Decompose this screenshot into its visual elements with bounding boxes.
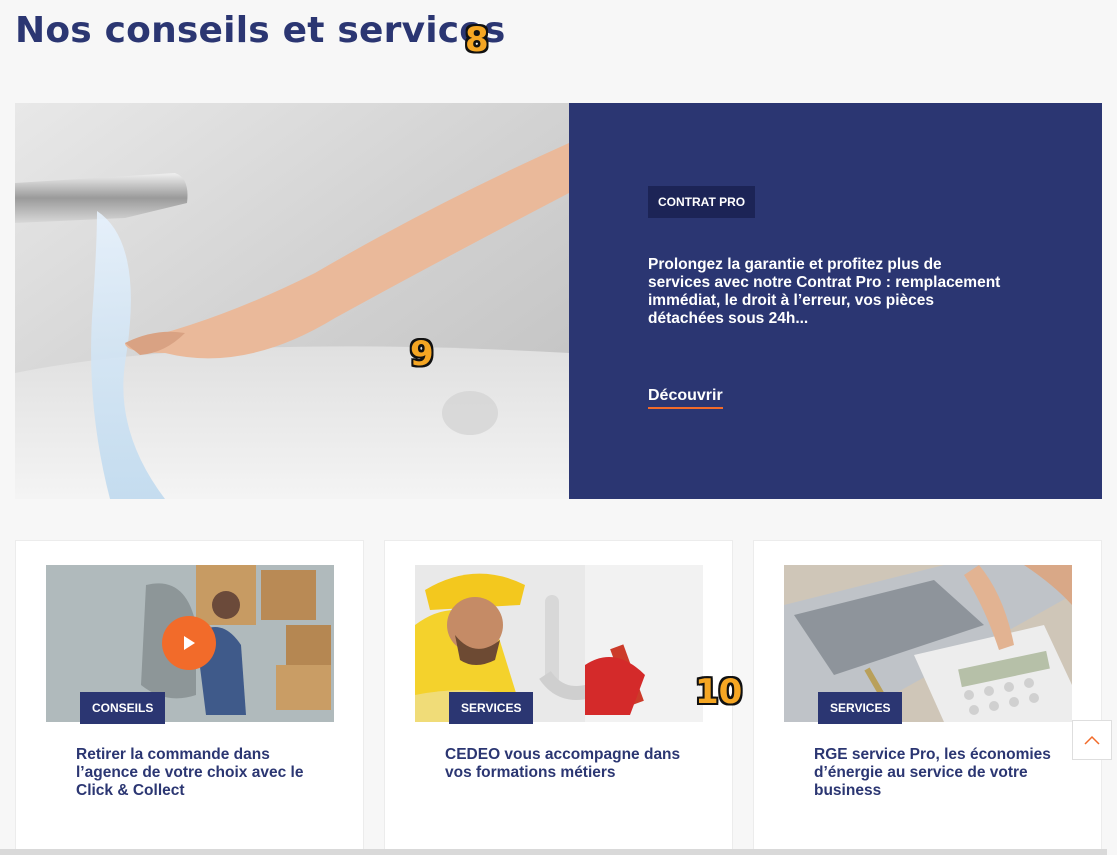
discover-link[interactable]: Découvrir bbox=[648, 387, 723, 409]
page-title: Nos conseils et services bbox=[15, 10, 506, 51]
article-card-rge[interactable]: SERVICES RGE service Pro, les économies … bbox=[753, 540, 1102, 855]
article-card-click-collect[interactable]: CONSEILS Retirer la commande dans l’agen… bbox=[15, 540, 364, 855]
card-title[interactable]: Retirer la commande dans l’agence de vot… bbox=[76, 746, 316, 800]
card-tag: SERVICES bbox=[818, 692, 903, 724]
annotation-badge-10: 10 bbox=[695, 672, 743, 712]
horizontal-scrollbar[interactable] bbox=[0, 849, 1107, 855]
card-title[interactable]: CEDEO vous accompagne dans vos formation… bbox=[445, 746, 685, 782]
card-tag: CONSEILS bbox=[80, 692, 166, 724]
article-card-formations[interactable]: SERVICES CEDEO vous accompagne dans vos … bbox=[384, 540, 733, 855]
annotation-badge-9: 9 bbox=[410, 334, 434, 374]
play-button[interactable] bbox=[162, 616, 216, 670]
chevron-up-icon bbox=[1084, 735, 1100, 745]
annotation-badge-8: 8 bbox=[465, 20, 489, 60]
faucet-water-hand-image bbox=[15, 103, 569, 499]
hero-tag: CONTRAT PRO bbox=[648, 186, 756, 218]
hero-description: Prolongez la garantie et profitez plus d… bbox=[648, 256, 1001, 327]
scroll-top-button[interactable] bbox=[1072, 720, 1112, 760]
card-title[interactable]: RGE service Pro, les économies d’énergie… bbox=[814, 746, 1054, 800]
card-tag: SERVICES bbox=[449, 692, 534, 724]
hero-banner: CONTRAT PRO Prolongez la garantie et pro… bbox=[15, 103, 1102, 499]
play-icon bbox=[184, 636, 195, 650]
hero-panel: CONTRAT PRO Prolongez la garantie et pro… bbox=[569, 103, 1102, 499]
faucet-illustration bbox=[15, 103, 569, 499]
